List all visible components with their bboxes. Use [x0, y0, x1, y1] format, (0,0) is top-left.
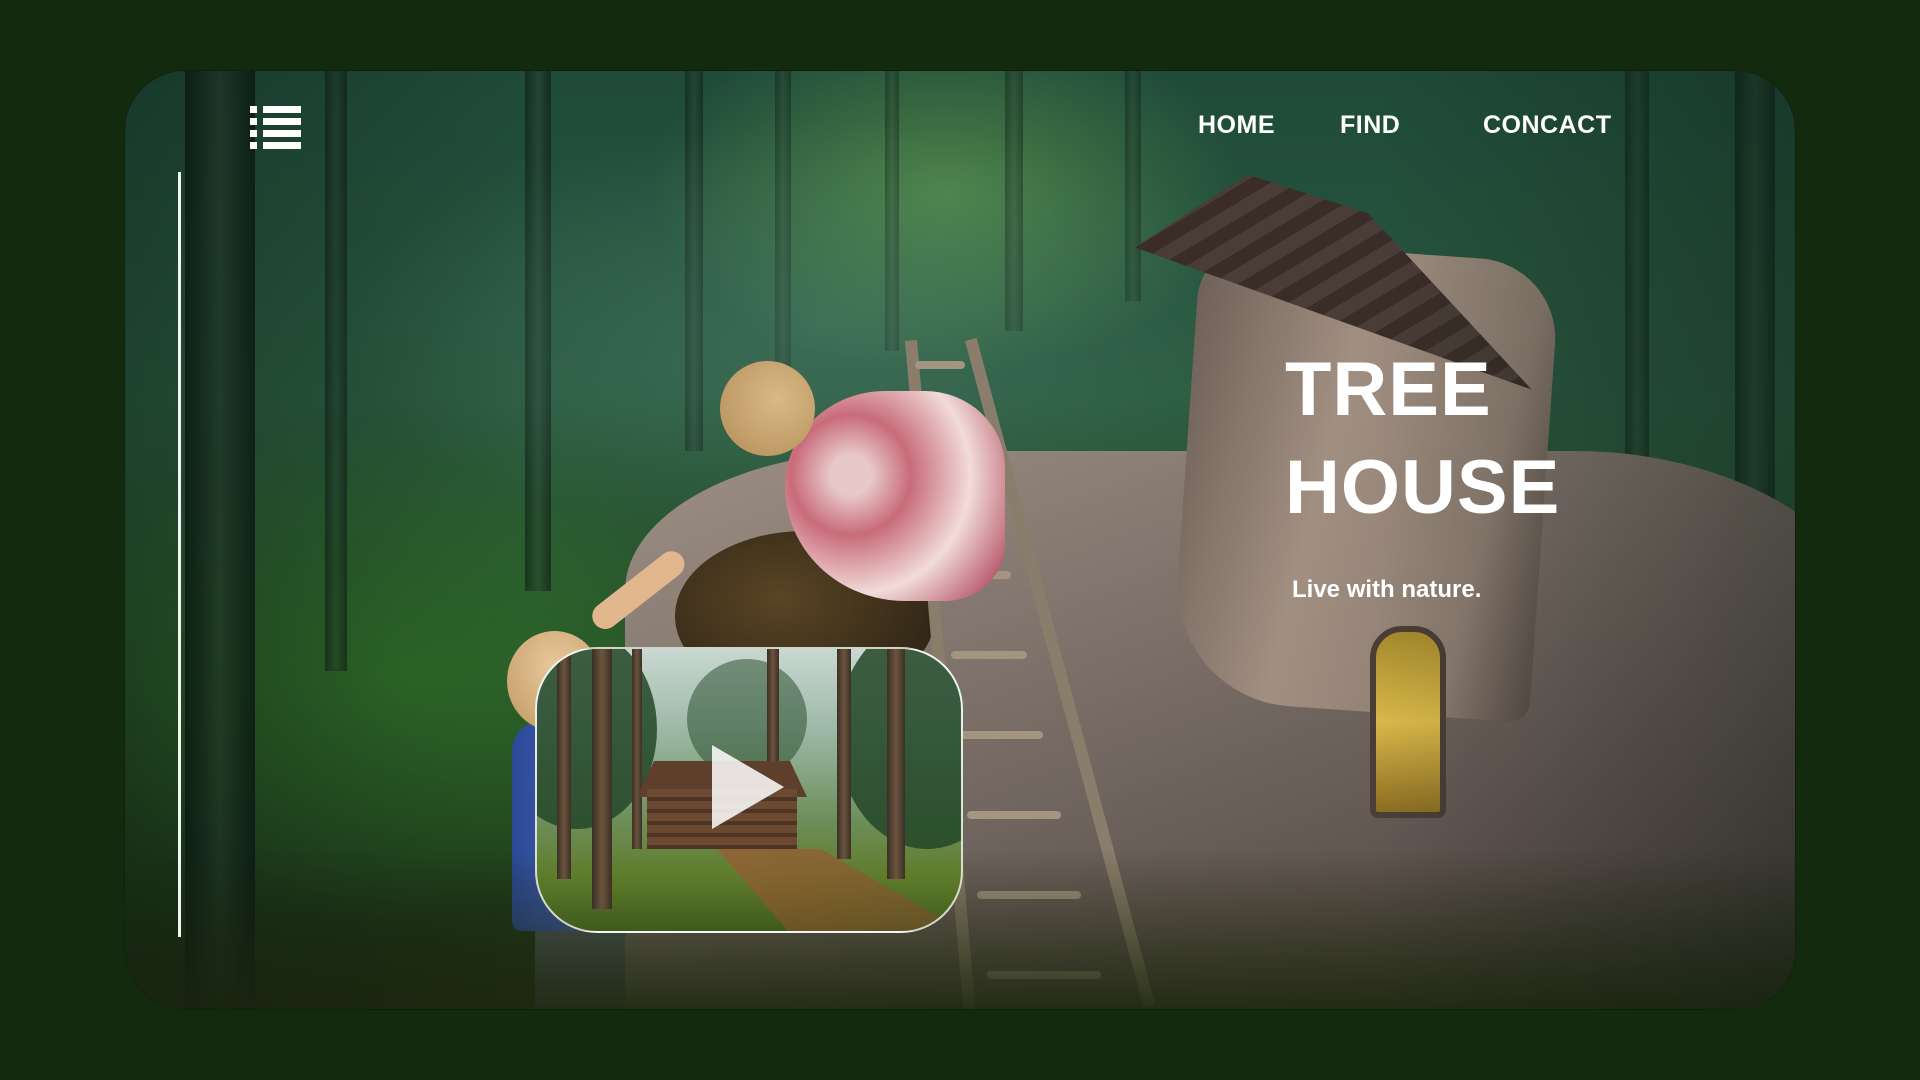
- hero-title: TREE HOUSE: [1285, 341, 1560, 537]
- side-divider-line: [178, 172, 181, 937]
- main-nav: HOME FIND CONCACT: [125, 111, 1795, 151]
- hero-title-line-2: HOUSE: [1285, 445, 1561, 530]
- nav-item-home[interactable]: HOME: [1198, 111, 1275, 140]
- hero-card: HOME FIND CONCACT TREE HOUSE Live with n…: [125, 71, 1795, 1009]
- nav-item-concact[interactable]: CONCACT: [1483, 111, 1612, 140]
- nav-item-find[interactable]: FIND: [1340, 111, 1400, 140]
- video-thumbnail[interactable]: [535, 647, 963, 933]
- play-icon[interactable]: [712, 745, 784, 829]
- hero-subtitle: Live with nature.: [1292, 576, 1482, 603]
- hero-title-line-1: TREE: [1285, 347, 1492, 432]
